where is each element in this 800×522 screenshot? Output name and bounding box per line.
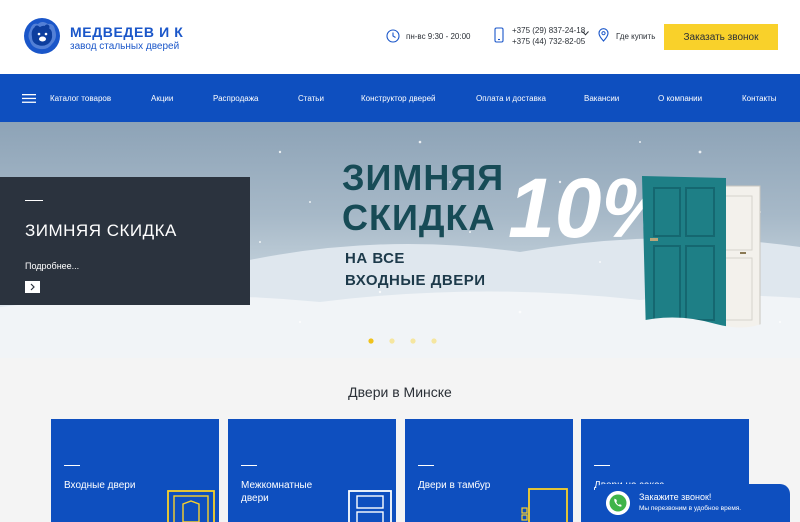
banner-subline-2: ВХОДНЫЕ ДВЕРИ — [345, 272, 486, 289]
hamburger-menu-icon[interactable] — [22, 94, 36, 103]
order-call-button[interactable]: Заказать звонок — [664, 24, 778, 50]
divider — [25, 200, 43, 201]
promo-more-link[interactable]: Подробнее... — [25, 261, 79, 271]
brand-name[interactable]: МЕДВЕДЕВ И К — [70, 24, 183, 40]
mobile-phone-icon — [494, 27, 504, 43]
main-nav: Каталог товаров Акции Распродажа Статьи … — [0, 74, 800, 122]
nav-item-articles[interactable]: Статьи — [298, 94, 324, 103]
section-title: Двери в Минске — [348, 384, 452, 400]
working-hours: пн-вс 9:30 - 20:00 — [406, 32, 471, 41]
entrance-door-icon — [167, 490, 215, 522]
nav-item-door-builder[interactable]: Конструктор дверей — [361, 94, 435, 103]
phone-call-icon[interactable] — [606, 491, 630, 515]
divider — [241, 465, 257, 466]
divider — [594, 465, 610, 466]
brand-tagline: завод стальных дверей — [70, 41, 180, 52]
where-to-buy-link[interactable]: Где купить — [616, 32, 655, 41]
arrow-right-icon[interactable] — [25, 281, 40, 293]
divider — [64, 465, 80, 466]
slider-dots[interactable] — [367, 337, 439, 345]
banner-headline-2: СКИДКА — [342, 197, 496, 238]
nav-item-about[interactable]: О компании — [658, 94, 702, 103]
category-label: Двери в тамбур — [418, 480, 491, 491]
nav-item-payment-delivery[interactable]: Оплата и доставка — [476, 94, 546, 103]
banner-subline-1: НА ВСЕ — [345, 250, 405, 267]
nav-item-vacancies[interactable]: Вакансии — [584, 94, 619, 103]
category-label: Входные двери — [64, 480, 136, 491]
phone-number-1[interactable]: +375 (29) 837-24-18 — [512, 26, 585, 35]
nav-item-promotions[interactable]: Акции — [151, 94, 173, 103]
bear-logo-icon[interactable] — [22, 16, 62, 56]
phone-number-2[interactable]: +375 (44) 732-82-05 — [512, 37, 585, 46]
nav-item-sale[interactable]: Распродажа — [213, 94, 259, 103]
nav-item-catalog[interactable]: Каталог товаров — [50, 94, 111, 103]
location-pin-icon — [598, 28, 609, 42]
site-header: МЕДВЕДЕВ И К завод стальных дверей пн-вс… — [0, 0, 800, 74]
category-card-vestibule-doors[interactable]: Двери в тамбур — [405, 419, 573, 522]
promo-title: ЗИМНЯЯ СКИДКА — [25, 221, 177, 240]
clock-icon — [386, 29, 400, 43]
banner-headline-1: ЗИМНЯЯ — [342, 157, 505, 198]
widget-subtitle: Мы перезвоним в удобное время. — [639, 505, 742, 512]
hero-slider[interactable]: ЗИМНЯЯ СКИДКА Подробнее... ЗИМНЯЯ СКИДКА… — [0, 122, 800, 358]
widget-title: Закажите звонок! — [639, 492, 712, 502]
interior-door-icon — [348, 490, 392, 522]
doors-image — [636, 176, 766, 337]
category-card-entrance-doors[interactable]: Входные двери — [51, 419, 219, 522]
divider — [418, 465, 434, 466]
nav-item-contacts[interactable]: Контакты — [742, 94, 777, 103]
promo-panel: ЗИМНЯЯ СКИДКА Подробнее... — [0, 177, 250, 305]
category-card-interior-doors[interactable]: Межкомнатные двери — [228, 419, 396, 522]
vestibule-door-icon — [521, 488, 568, 522]
chevron-down-icon[interactable] — [582, 31, 589, 36]
category-label: Межкомнатные двери — [241, 480, 313, 504]
callback-widget[interactable]: Закажите звонок! Мы перезвоним в удобное… — [594, 484, 790, 522]
